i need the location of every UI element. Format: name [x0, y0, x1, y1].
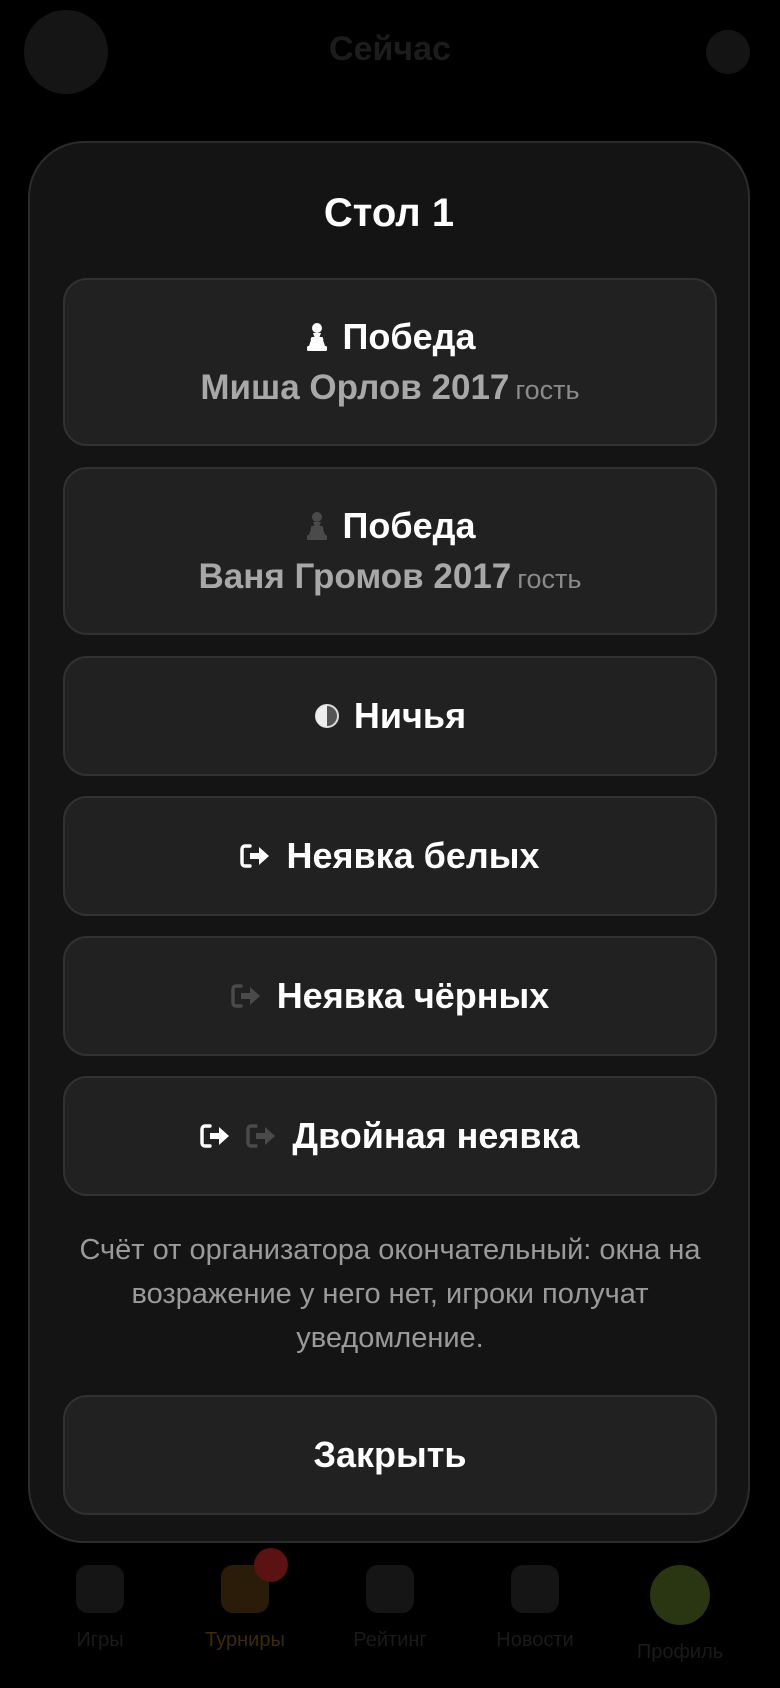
exit-white-icon: [240, 843, 272, 869]
half-circle-icon: [314, 703, 340, 729]
news-icon: [511, 1565, 559, 1613]
option-header: Победа: [305, 316, 476, 358]
chart-icon: [366, 1565, 414, 1613]
black-no-show-option[interactable]: Неявка чёрных: [63, 936, 717, 1056]
background-header: Сейчас: [0, 0, 780, 110]
option-header: Неявка чёрных: [230, 975, 550, 1017]
settings-icon: [706, 30, 750, 74]
option-label: Победа: [342, 316, 476, 357]
exit-both-icon: [200, 1123, 278, 1149]
player-line: Ваня Громов 2017 гость: [199, 557, 582, 597]
tab-rating: Рейтинг: [320, 1565, 460, 1652]
avatar: [650, 1565, 710, 1625]
tab-news: Новости: [465, 1565, 605, 1652]
option-header: Победа: [305, 505, 476, 547]
option-header: Неявка белых: [240, 835, 540, 877]
result-modal: Стол 1 Победа Миша Орлов 2017 гость Побе…: [28, 141, 750, 1543]
tab-tournaments: Турниры: [175, 1565, 315, 1652]
tab-label: Новости: [496, 1629, 574, 1651]
close-button[interactable]: Закрыть: [63, 1395, 717, 1515]
exit-black-icon: [246, 1123, 278, 1149]
white-no-show-option[interactable]: Неявка белых: [63, 796, 717, 916]
exit-black-icon: [230, 983, 263, 1009]
double-no-show-option[interactable]: Двойная неявка: [63, 1076, 717, 1196]
option-label: Победа: [342, 505, 476, 546]
background-tab-bar: Игры Турниры Рейтинг Новости Профиль: [0, 1545, 780, 1688]
tab-label: Рейтинг: [353, 1629, 427, 1651]
option-header: Ничья: [314, 695, 466, 737]
black-win-option[interactable]: Победа Ваня Громов 2017 гость: [63, 467, 717, 635]
background-title: Сейчас: [329, 30, 451, 68]
option-label: Неявка белых: [286, 835, 540, 876]
player-name: Ваня Громов 2017: [198, 557, 512, 596]
draw-option[interactable]: Ничья: [63, 656, 717, 776]
guest-tag: гость: [515, 375, 580, 405]
notification-badge: [254, 1548, 288, 1582]
tab-label: Игры: [76, 1629, 124, 1651]
organizer-note: Счёт от организатора окончательный: окна…: [79, 1234, 701, 1354]
white-pawn-icon: [305, 322, 329, 352]
exit-white-icon: [200, 1123, 232, 1149]
guest-tag: гость: [517, 564, 582, 594]
player-line: Миша Орлов 2017 гость: [200, 368, 579, 408]
option-label: Неявка чёрных: [276, 975, 550, 1016]
tab-games: Игры: [30, 1565, 170, 1652]
white-win-option[interactable]: Победа Миша Орлов 2017 гость: [63, 278, 717, 446]
option-label: Ничья: [353, 695, 467, 736]
player-name: Миша Орлов 2017: [200, 368, 510, 407]
pawn-icon: [76, 1565, 124, 1613]
modal-title: Стол 1: [323, 191, 455, 235]
tab-label: Профиль: [636, 1641, 724, 1663]
tab-profile: Профиль: [610, 1565, 750, 1664]
tab-label: Турниры: [205, 1629, 285, 1651]
option-header: Двойная неявка: [200, 1115, 580, 1157]
black-pawn-icon: [305, 511, 329, 541]
option-label: Двойная неявка: [292, 1115, 580, 1156]
